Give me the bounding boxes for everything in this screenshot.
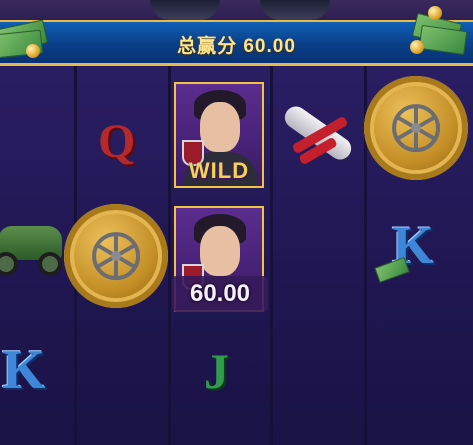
- wild-label: WILD: [188, 158, 250, 183]
- total-win-label: 总赢分 60.00: [177, 36, 296, 57]
- airplane-icon: [276, 88, 360, 184]
- character-silhouette: [150, 0, 220, 20]
- wild-symbol: WILD: [174, 82, 264, 188]
- symbol-q: Q: [98, 115, 136, 168]
- line-win-amount: 60.00: [189, 280, 251, 307]
- cash-icon: [374, 257, 410, 283]
- reel-grid: Q WILD K K J: [0, 66, 473, 445]
- motorcycle-icon: [0, 216, 66, 286]
- symbol-k: K: [2, 339, 46, 401]
- cash-stack-icon-right: [408, 6, 468, 56]
- total-win-banner: 总赢分 60.00: [0, 20, 473, 66]
- character-silhouette: [260, 0, 330, 20]
- cash-stack-icon-left: [0, 14, 54, 59]
- symbol-j: J: [204, 343, 229, 399]
- line-win-amount-box: 60.00: [172, 276, 268, 312]
- vault-door-icon: [64, 204, 168, 308]
- vault-door-icon: [364, 76, 468, 180]
